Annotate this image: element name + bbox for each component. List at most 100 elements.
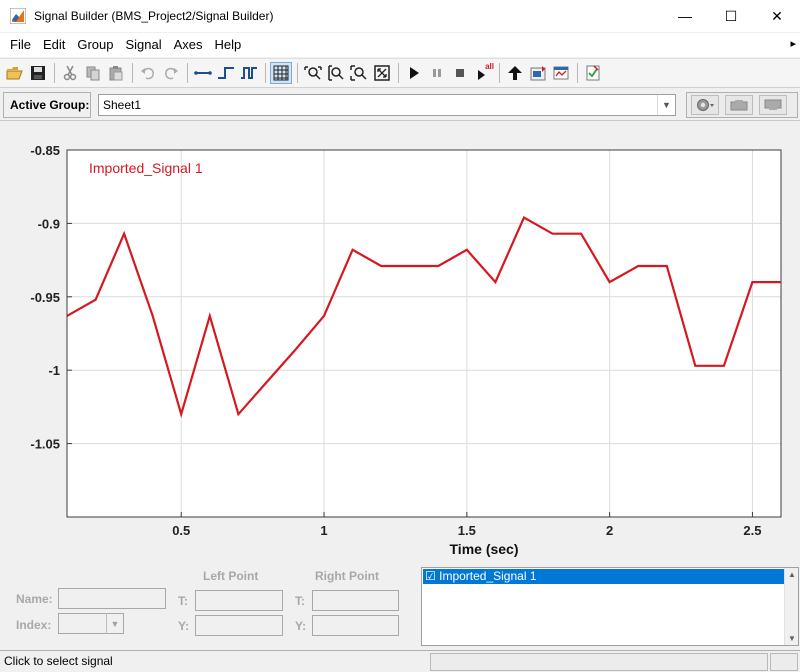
menu-help[interactable]: Help — [209, 33, 248, 57]
undo-button[interactable] — [137, 62, 159, 84]
signal-list[interactable]: ☑ Imported_Signal 1 ▲ ▼ — [421, 567, 799, 646]
run-button[interactable] — [403, 62, 425, 84]
move-up-icon — [508, 66, 522, 80]
cut-icon — [63, 65, 77, 81]
x-axis-label: Time (sec) — [450, 541, 519, 557]
left-point-t-field[interactable] — [195, 590, 283, 611]
chevron-down-icon[interactable]: ▼ — [657, 95, 675, 115]
paste-button[interactable] — [105, 62, 127, 84]
run-all-button[interactable]: all — [472, 62, 494, 84]
title-bar: Signal Builder (BMS_Project2/Signal Buil… — [0, 0, 800, 32]
pulse-signal-icon — [218, 67, 234, 79]
menu-edit[interactable]: Edit — [37, 33, 71, 57]
menu-signal[interactable]: Signal — [120, 33, 168, 57]
pause-icon — [433, 69, 441, 77]
checkbox-icon[interactable]: ☑ — [425, 569, 436, 583]
x-tick-label: 0.5 — [172, 523, 190, 538]
export-button[interactable] — [527, 62, 549, 84]
copy-icon — [86, 66, 100, 81]
signal-plot[interactable]: 0.5 1 1.5 2 2.5 -0.85 -0.9 -0.95 -1 -1.05 Imported… — [0, 122, 800, 566]
save-icon — [31, 66, 45, 80]
group-add-button[interactable] — [725, 95, 753, 115]
left-y-label: Y: — [178, 619, 190, 633]
right-t-label: T: — [295, 594, 305, 608]
workspace-icon — [553, 66, 569, 80]
maximize-button[interactable]: ☐ — [708, 0, 754, 32]
x-tick-label: 1 — [320, 523, 327, 538]
list-item[interactable]: ☑ Imported_Signal 1 — [423, 569, 785, 584]
workspace-button[interactable] — [550, 62, 572, 84]
undo-icon — [141, 67, 155, 80]
group-remove-button[interactable] — [759, 95, 787, 115]
x-tick-label: 2.5 — [743, 523, 761, 538]
y-tick-label: -0.85 — [30, 143, 60, 158]
status-cell — [770, 653, 798, 671]
right-y-label: Y: — [295, 619, 307, 633]
matlab-icon — [10, 8, 26, 24]
right-point-y-field[interactable] — [312, 615, 399, 636]
open-button[interactable] — [4, 62, 26, 84]
grid-button[interactable] — [270, 62, 292, 84]
stop-button[interactable] — [449, 62, 471, 84]
zoom-fit-button[interactable] — [371, 62, 393, 84]
close-button[interactable]: ✕ — [754, 0, 800, 32]
active-group-value: Sheet1 — [103, 98, 142, 112]
tab-add-icon — [730, 100, 748, 111]
left-point-y-field[interactable] — [195, 615, 283, 636]
toolbar: all — [0, 58, 800, 88]
y-tick-label: -1 — [48, 363, 60, 378]
step-signal-button[interactable] — [192, 62, 214, 84]
menu-overflow-icon[interactable]: ▸ — [790, 37, 796, 50]
menu-file[interactable]: File — [4, 33, 37, 57]
toolbar-separator — [499, 63, 500, 83]
redo-icon — [164, 67, 178, 80]
left-t-label: T: — [178, 594, 188, 608]
save-button[interactable] — [27, 62, 49, 84]
group-tools — [686, 92, 798, 118]
cut-button[interactable] — [59, 62, 81, 84]
redo-button[interactable] — [160, 62, 182, 84]
chevron-down-icon[interactable]: ▼ — [788, 634, 796, 643]
square-signal-button[interactable] — [238, 62, 260, 84]
x-tick-label: 2 — [606, 523, 613, 538]
verify-icon — [586, 65, 600, 81]
open-icon — [6, 67, 23, 80]
zoom-x-icon — [304, 66, 322, 80]
index-label: Index: — [16, 618, 52, 632]
chevron-up-icon[interactable]: ▲ — [788, 570, 796, 579]
x-tick-label: 1.5 — [458, 523, 476, 538]
toolbar-separator — [265, 63, 266, 83]
active-group-select[interactable]: Sheet1 ▼ — [98, 94, 676, 116]
toolbar-separator — [187, 63, 188, 83]
verify-button[interactable] — [582, 62, 604, 84]
menu-group[interactable]: Group — [71, 33, 119, 57]
zoom-y-icon — [328, 65, 344, 81]
stop-icon — [456, 69, 464, 77]
move-up-button[interactable] — [504, 62, 526, 84]
group-settings-button[interactable] — [691, 95, 719, 115]
export-icon — [530, 66, 546, 81]
series-label: Imported_Signal 1 — [89, 160, 203, 176]
list-scrollbar[interactable]: ▲ ▼ — [784, 568, 798, 645]
pause-button[interactable] — [426, 62, 448, 84]
zoom-x-button[interactable] — [302, 62, 324, 84]
run-icon — [410, 67, 419, 79]
status-text: Click to select signal — [4, 654, 113, 668]
toolbar-separator — [54, 63, 55, 83]
toolbar-separator — [577, 63, 578, 83]
minimize-button[interactable]: — — [662, 0, 708, 32]
chevron-down-icon[interactable]: ▼ — [106, 613, 123, 634]
status-bar: Click to select signal — [0, 650, 800, 672]
run-all-badge: all — [485, 62, 494, 71]
menu-axes[interactable]: Axes — [168, 33, 209, 57]
name-field[interactable] — [58, 588, 166, 609]
y-tick-label: -1.05 — [30, 437, 60, 452]
signal-name: Imported_Signal 1 — [439, 569, 537, 583]
status-cell — [430, 653, 768, 671]
copy-button[interactable] — [82, 62, 104, 84]
toolbar-separator — [132, 63, 133, 83]
zoom-xy-button[interactable] — [348, 62, 370, 84]
right-point-t-field[interactable] — [312, 590, 399, 611]
zoom-y-button[interactable] — [325, 62, 347, 84]
pulse-signal-button[interactable] — [215, 62, 237, 84]
